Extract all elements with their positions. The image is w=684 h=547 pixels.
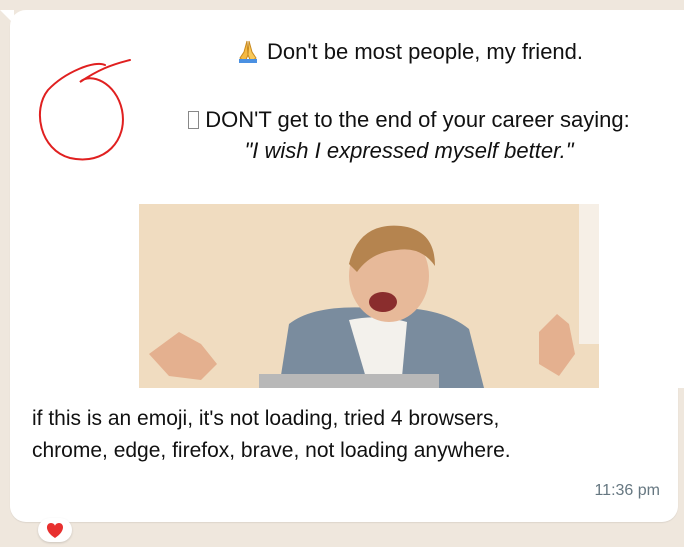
message-text: if this is an emoji, it's not loading, t…: [32, 407, 511, 462]
subline-text: DON'T get to the end of your career sayi…: [205, 107, 630, 132]
red-heart-icon: [46, 523, 64, 538]
timestamp: 11:36 pm: [594, 482, 660, 499]
folded-hands-icon: [238, 40, 257, 63]
missing-emoji-icon: [188, 111, 200, 129]
reaction-badge[interactable]: [38, 518, 72, 542]
quote: "I wish I expressed myself better.": [244, 138, 574, 163]
person-laughing-image: [139, 204, 599, 388]
image-card[interactable]: Don't be most people, my friend. DON'T g…: [39, 10, 684, 388]
headline-text: Don't be most people, my friend.: [266, 39, 584, 64]
subline: DON'T get to the end of your career sayi…: [133, 107, 684, 133]
message-bubble[interactable]: Don't be most people, my friend. DON'T g…: [10, 10, 684, 522]
gif-image[interactable]: [139, 204, 599, 388]
headline: Don't be most people, my friend.: [133, 38, 684, 65]
